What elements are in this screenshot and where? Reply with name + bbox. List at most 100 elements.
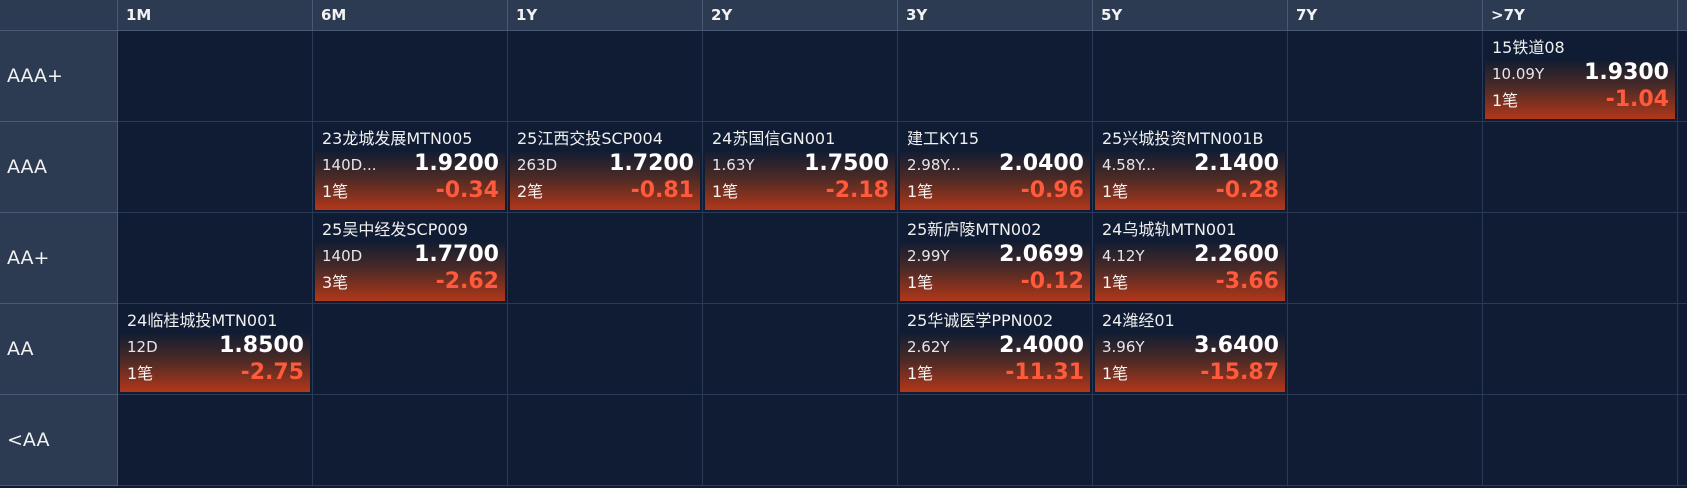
bond-name: 24潍经01: [1102, 311, 1175, 330]
column-header-0[interactable]: 1M: [118, 0, 313, 31]
row-filler: [1678, 213, 1687, 304]
bond-term-yield-line: 10.09Y 1.9300: [1492, 59, 1669, 86]
bond-term: 4.12Y: [1102, 247, 1145, 265]
grid-cell: 15铁道08 10.09Y 1.9300 1笔 -1.04: [1483, 31, 1678, 122]
row-header-0: AAA+: [0, 31, 118, 122]
row-filler: [1678, 122, 1687, 213]
row-header-2: AA+: [0, 213, 118, 304]
grid-cell: 25兴城投资MTN001B 4.58Y... 2.1400 1笔 -0.28: [1093, 122, 1288, 213]
bond-card[interactable]: 25新庐陵MTN002 2.99Y 2.0699 1笔 -0.12: [900, 215, 1090, 301]
grid-cell: [313, 304, 508, 395]
grid-cell: [1483, 122, 1678, 213]
grid-cell: [1483, 213, 1678, 304]
bond-count-change-line: 1笔 -1.04: [1492, 86, 1669, 113]
row-filler: [1678, 395, 1687, 486]
bond-term-yield-line: 2.98Y... 2.0400: [907, 150, 1084, 177]
column-header-2[interactable]: 1Y: [508, 0, 703, 31]
yield-change: -3.66: [1215, 269, 1279, 294]
bond-yield: 1.8500: [219, 333, 304, 358]
column-header-5[interactable]: 5Y: [1093, 0, 1288, 31]
bond-count-change-line: 2笔 -0.81: [517, 177, 694, 204]
column-header-3[interactable]: 2Y: [703, 0, 898, 31]
bond-term: 2.62Y: [907, 338, 950, 356]
grid-cell: 24潍经01 3.96Y 3.6400 1笔 -15.87: [1093, 304, 1288, 395]
bond-count-change-line: 1笔 -15.87: [1102, 359, 1279, 386]
bond-term-yield-line: 3.96Y 3.6400: [1102, 332, 1279, 359]
bond-term: 2.99Y: [907, 247, 950, 265]
yield-change: -0.12: [1020, 269, 1084, 294]
grid-cell: [703, 31, 898, 122]
yield-change: -0.96: [1020, 178, 1084, 203]
yield-change: -2.62: [435, 269, 499, 294]
bond-yield: 3.6400: [1194, 333, 1279, 358]
bond-card[interactable]: 建工KY15 2.98Y... 2.0400 1笔 -0.96: [900, 124, 1090, 210]
bond-count-change-line: 1笔 -11.31: [907, 359, 1084, 386]
grid-cell: [118, 122, 313, 213]
grid-cell: [1483, 304, 1678, 395]
bond-yield: 1.7700: [414, 242, 499, 267]
trade-count: 1笔: [907, 273, 934, 292]
column-header-4[interactable]: 3Y: [898, 0, 1093, 31]
column-header-7[interactable]: >7Y: [1483, 0, 1678, 31]
bond-count-change-line: 1笔 -0.12: [907, 268, 1084, 295]
bond-card[interactable]: 24潍经01 3.96Y 3.6400 1笔 -15.87: [1095, 306, 1285, 392]
grid-cell: 23龙城发展MTN005 140D... 1.9200 1笔 -0.34: [313, 122, 508, 213]
bond-card[interactable]: 24乌城轨MTN001 4.12Y 2.2600 1笔 -3.66: [1095, 215, 1285, 301]
bond-name: 25兴城投资MTN001B: [1102, 129, 1264, 148]
bond-yield: 2.0699: [999, 242, 1084, 267]
grid-cell: [1288, 395, 1483, 486]
bond-card[interactable]: 25兴城投资MTN001B 4.58Y... 2.1400 1笔 -0.28: [1095, 124, 1285, 210]
bond-term: 140D...: [322, 156, 377, 174]
bond-card[interactable]: 25华诚医学PPN002 2.62Y 2.4000 1笔 -11.31: [900, 306, 1090, 392]
bond-count-change-line: 1笔 -0.96: [907, 177, 1084, 204]
grid-cell: 24苏国信GN001 1.63Y 1.7500 1笔 -2.18: [703, 122, 898, 213]
bond-name: 23龙城发展MTN005: [322, 129, 473, 148]
bond-card[interactable]: 25江西交投SCP004 263D 1.7200 2笔 -0.81: [510, 124, 700, 210]
yield-change: -0.81: [630, 178, 694, 203]
bond-name: 15铁道08: [1492, 38, 1565, 57]
bond-term-yield-line: 12D 1.8500: [127, 332, 304, 359]
yield-change: -2.75: [240, 360, 304, 385]
bond-yield: 2.0400: [999, 151, 1084, 176]
grid-cell: [508, 213, 703, 304]
bond-count-change-line: 1笔 -2.75: [127, 359, 304, 386]
bond-yield: 1.9300: [1584, 60, 1669, 85]
yield-change: -0.34: [435, 178, 499, 203]
bond-card[interactable]: 25吴中经发SCP009 140D 1.7700 3笔 -2.62: [315, 215, 505, 301]
grid-cell: 25华诚医学PPN002 2.62Y 2.4000 1笔 -11.31: [898, 304, 1093, 395]
trade-count: 1笔: [907, 182, 934, 201]
bond-name: 25江西交投SCP004: [517, 129, 663, 148]
row-header-4: <AA: [0, 395, 118, 486]
row-filler: [1678, 304, 1687, 395]
bond-card[interactable]: 23龙城发展MTN005 140D... 1.9200 1笔 -0.34: [315, 124, 505, 210]
grid-cell: [1093, 395, 1288, 486]
row-filler: [1678, 31, 1687, 122]
bond-term: 1.63Y: [712, 156, 755, 174]
grid-cell: [1093, 31, 1288, 122]
bond-name: 25华诚医学PPN002: [907, 311, 1054, 330]
trade-count: 1笔: [1102, 273, 1129, 292]
bond-card[interactable]: 15铁道08 10.09Y 1.9300 1笔 -1.04: [1485, 33, 1675, 119]
bond-name: 24苏国信GN001: [712, 129, 836, 148]
grid-cell: 24乌城轨MTN001 4.12Y 2.2600 1笔 -3.66: [1093, 213, 1288, 304]
bond-name: 25新庐陵MTN002: [907, 220, 1042, 239]
bond-term: 263D: [517, 156, 558, 174]
bond-yield: 2.1400: [1194, 151, 1279, 176]
column-header-6[interactable]: 7Y: [1288, 0, 1483, 31]
column-header-1[interactable]: 6M: [313, 0, 508, 31]
bond-term-yield-line: 2.62Y 2.4000: [907, 332, 1084, 359]
yield-change: -11.31: [1005, 360, 1084, 385]
row-header-1: AAA: [0, 122, 118, 213]
bond-name: 25吴中经发SCP009: [322, 220, 468, 239]
trade-count: 1笔: [712, 182, 739, 201]
bond-term: 12D: [127, 338, 158, 356]
bond-term: 2.98Y...: [907, 156, 961, 174]
trade-count: 3笔: [322, 273, 349, 292]
bond-card[interactable]: 24苏国信GN001 1.63Y 1.7500 1笔 -2.18: [705, 124, 895, 210]
grid-cell: 25吴中经发SCP009 140D 1.7700 3笔 -2.62: [313, 213, 508, 304]
grid-cell: [703, 213, 898, 304]
bond-yield: 1.7200: [609, 151, 694, 176]
yield-change: -0.28: [1215, 178, 1279, 203]
bond-term-yield-line: 2.99Y 2.0699: [907, 241, 1084, 268]
bond-card[interactable]: 24临桂城投MTN001 12D 1.8500 1笔 -2.75: [120, 306, 310, 392]
